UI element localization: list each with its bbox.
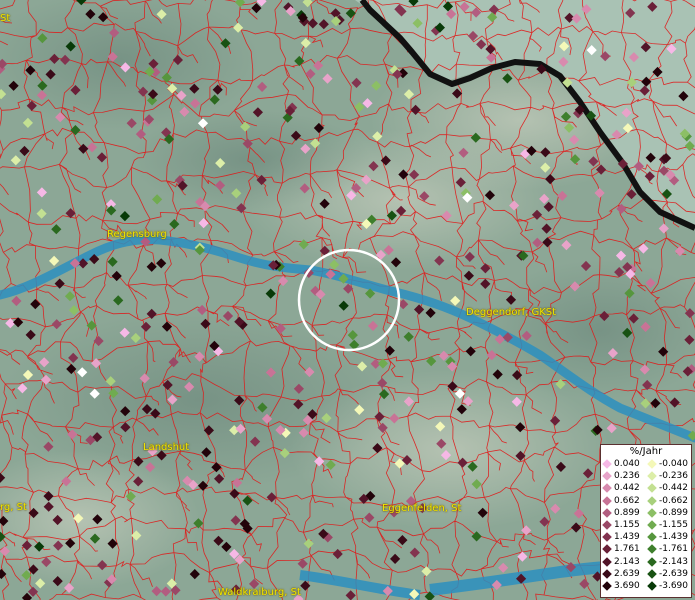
legend-entry-negative: -0.236 xyxy=(646,471,691,481)
legend-entry-positive: 1.761 xyxy=(601,544,646,554)
legend-row: 1.439 -1.439 xyxy=(601,531,691,543)
legend-rows: 0.040 -0.040 0.236 -0.236 0.442 -0.442 0.662 -0… xyxy=(601,458,691,592)
legend-label: -1.761 xyxy=(659,544,689,555)
legend-swatch xyxy=(647,568,657,579)
legend-label: -2.639 xyxy=(659,568,689,579)
legend-entry-negative: -1.761 xyxy=(646,544,691,554)
legend: %/Jahr 0.040 -0.040 0.236 -0.236 0.442 -0.442… xyxy=(600,444,692,598)
legend-row: 0.899 -0.899 xyxy=(601,507,691,519)
legend-swatch xyxy=(602,544,612,555)
legend-label: -0.236 xyxy=(659,471,689,482)
legend-label: -1.155 xyxy=(659,520,689,531)
legend-label: -2.143 xyxy=(659,556,689,567)
legend-row: 1.155 -1.155 xyxy=(601,519,691,531)
legend-swatch xyxy=(602,495,612,506)
legend-entry-positive: 1.155 xyxy=(601,520,646,530)
legend-swatch xyxy=(647,520,657,530)
legend-label: 2.143 xyxy=(614,556,640,567)
legend-entry-negative: -0.899 xyxy=(646,508,691,518)
legend-swatch xyxy=(647,581,657,591)
legend-entry-negative: -3.690 xyxy=(646,581,691,591)
legend-row: 2.639 -2.639 xyxy=(601,568,691,580)
legend-swatch xyxy=(647,544,657,555)
place-label-deggendorf: Deggendorf, GKSt xyxy=(466,307,557,318)
legend-entry-positive: 2.639 xyxy=(601,569,646,579)
place-label-leftedge: rg, St xyxy=(0,502,27,513)
legend-entry-negative: -2.143 xyxy=(646,557,691,567)
legend-swatch xyxy=(602,532,612,543)
legend-label: 1.439 xyxy=(614,532,640,543)
legend-row: 0.236 -0.236 xyxy=(601,470,691,482)
legend-swatch xyxy=(602,581,612,591)
legend-label: 0.662 xyxy=(614,495,640,506)
legend-swatch xyxy=(602,520,612,530)
legend-label: -0.442 xyxy=(659,483,689,494)
legend-label: -0.662 xyxy=(659,495,689,506)
legend-entry-negative: -1.155 xyxy=(646,520,691,530)
legend-swatch xyxy=(602,483,612,494)
legend-row: 3.690 -3.690 xyxy=(601,580,691,592)
place-label-regensburg: Regensburg xyxy=(107,229,167,240)
legend-swatch xyxy=(647,471,657,482)
place-label-waldkraiburg: Waldkraiburg, St xyxy=(218,587,301,598)
legend-entry-negative: -0.040 xyxy=(646,459,691,469)
legend-row: 2.143 -2.143 xyxy=(601,556,691,568)
legend-title: %/Jahr xyxy=(629,446,663,457)
legend-swatch xyxy=(602,568,612,579)
legend-label: 0.040 xyxy=(614,459,640,470)
legend-label: 1.155 xyxy=(614,520,640,531)
legend-entry-negative: -0.442 xyxy=(646,483,691,493)
legend-row: 0.442 -0.442 xyxy=(601,482,691,494)
legend-entry-positive: 0.899 xyxy=(601,508,646,518)
legend-row: 0.040 -0.040 xyxy=(601,458,691,470)
legend-label: 3.690 xyxy=(614,580,640,591)
legend-entry-negative: -1.439 xyxy=(646,532,691,542)
legend-entry-positive: 0.040 xyxy=(601,459,646,469)
legend-swatch xyxy=(602,508,612,518)
legend-swatch xyxy=(647,508,657,518)
legend-entry-negative: -2.639 xyxy=(646,569,691,579)
legend-swatch xyxy=(602,459,612,469)
legend-swatch xyxy=(647,495,657,506)
place-label-landshut: Landshut xyxy=(143,442,190,453)
legend-swatch xyxy=(602,471,612,482)
legend-label: 0.899 xyxy=(614,507,640,518)
legend-swatch xyxy=(602,556,612,567)
legend-entry-positive: 1.439 xyxy=(601,532,646,542)
legend-swatch xyxy=(647,532,657,543)
legend-entry-positive: 3.690 xyxy=(601,581,646,591)
legend-entry-positive: 0.236 xyxy=(601,471,646,481)
place-label-topleft: St xyxy=(0,13,11,24)
legend-label: -1.439 xyxy=(659,532,689,543)
map-canvas[interactable] xyxy=(0,0,695,600)
legend-label: -3.690 xyxy=(659,580,689,591)
legend-swatch xyxy=(647,483,657,494)
place-label-eggenfelden: Eggenfelden, St xyxy=(382,503,462,514)
legend-entry-negative: -0.662 xyxy=(646,496,691,506)
legend-label: 0.236 xyxy=(614,471,640,482)
legend-label: 2.639 xyxy=(614,568,640,579)
legend-entry-positive: 2.143 xyxy=(601,557,646,567)
legend-label: 1.761 xyxy=(614,544,640,555)
legend-entry-positive: 0.662 xyxy=(601,496,646,506)
legend-label: 0.442 xyxy=(614,483,640,494)
legend-swatch xyxy=(647,556,657,567)
legend-label: -0.040 xyxy=(659,459,689,470)
legend-row: 0.662 -0.662 xyxy=(601,495,691,507)
legend-swatch xyxy=(647,459,657,469)
map-view[interactable]: St Regensburg Deggendorf, GKSt Landshut … xyxy=(0,0,695,600)
legend-row: 1.761 -1.761 xyxy=(601,543,691,555)
legend-label: -0.899 xyxy=(659,507,689,518)
legend-entry-positive: 0.442 xyxy=(601,483,646,493)
